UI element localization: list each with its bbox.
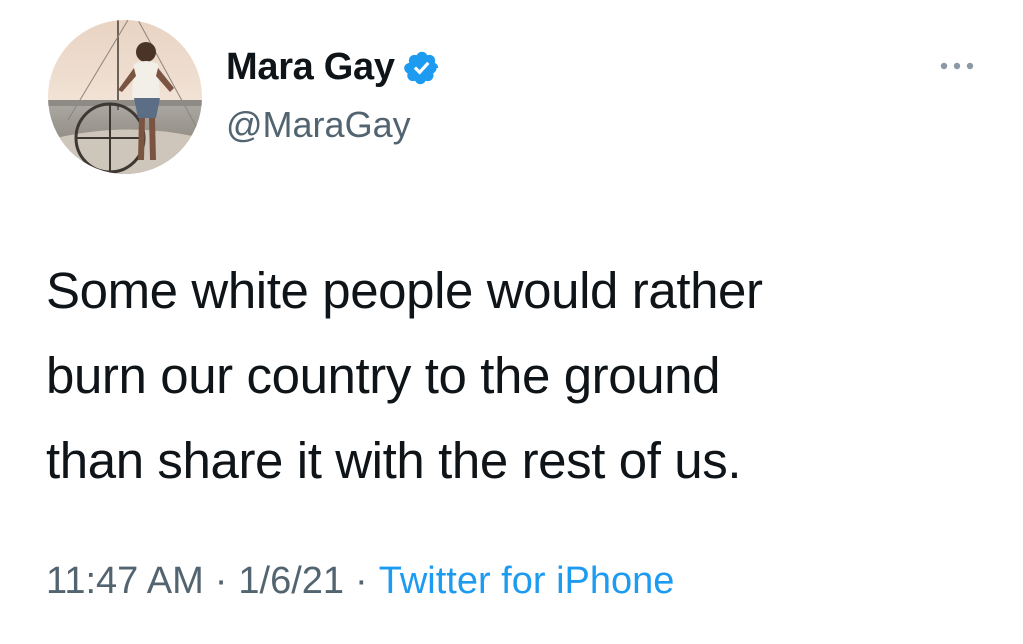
tweet-date[interactable]: 1/6/21	[238, 560, 344, 603]
tweet-card: Mara Gay @MaraGay Some white people woul…	[0, 0, 1023, 644]
avatar-photo	[48, 20, 202, 174]
tweet-text: Some white people would rather burn our …	[46, 262, 763, 489]
author-display-name[interactable]: Mara Gay	[226, 46, 395, 89]
avatar[interactable]	[48, 20, 202, 174]
verified-badge-icon	[403, 49, 441, 87]
tweet-source-link[interactable]: Twitter for iPhone	[379, 560, 675, 603]
author-handle[interactable]: @MaraGay	[226, 104, 411, 146]
meta-separator: ·	[214, 560, 228, 602]
tweet-meta: 11:47 AM · 1/6/21 · Twitter for iPhone	[46, 560, 674, 603]
meta-separator: ·	[355, 560, 368, 602]
author-name-row: Mara Gay	[226, 46, 441, 89]
more-options-icon[interactable]	[937, 56, 977, 76]
tweet-time[interactable]: 11:47 AM	[46, 560, 204, 603]
